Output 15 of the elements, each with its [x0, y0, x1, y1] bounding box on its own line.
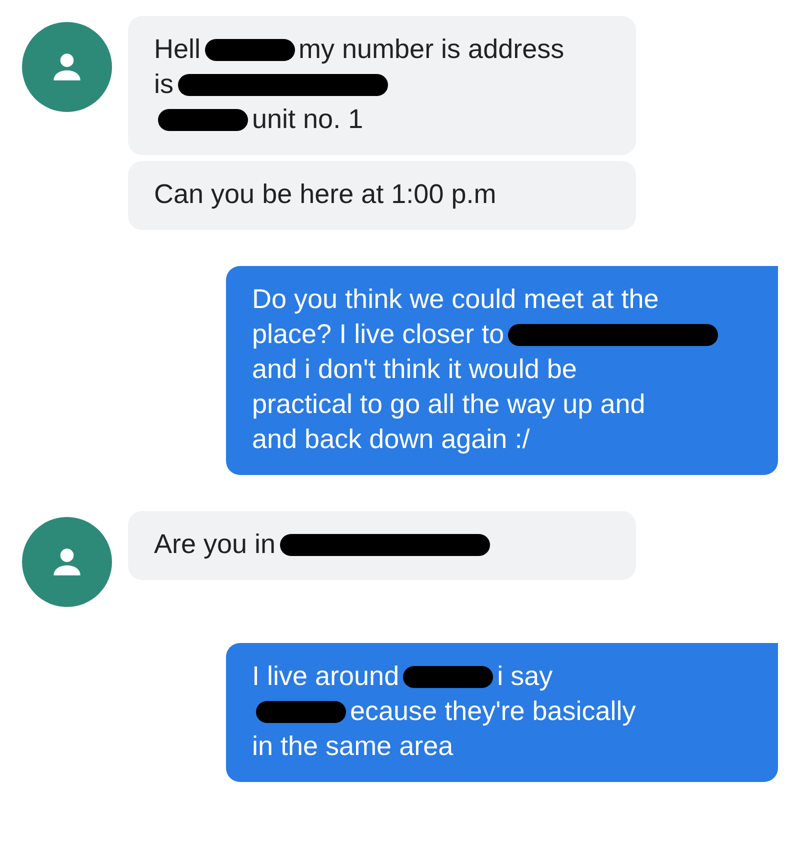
message-text: Can you be here at 1:00 p.m [154, 178, 496, 211]
message-text: my number is address [298, 33, 564, 66]
message-text: Do you think we could meet at the [252, 283, 659, 316]
message-text: ecause they're basically [350, 695, 636, 728]
message-text: place? I live closer to [252, 318, 504, 351]
message-text: i say [497, 660, 553, 693]
message-text: I live around [252, 660, 400, 693]
message-text: unit no. 1 [252, 103, 364, 136]
message-text: Hell [154, 33, 201, 66]
message-text: practical to go all the way up and [252, 388, 646, 421]
message-text: and i don't think it would be [252, 353, 577, 386]
message-text: Are you in [154, 528, 276, 561]
message-text: and back down again :/ [252, 423, 530, 456]
message-text: is [154, 68, 174, 101]
message-text: in the same area [252, 730, 454, 763]
